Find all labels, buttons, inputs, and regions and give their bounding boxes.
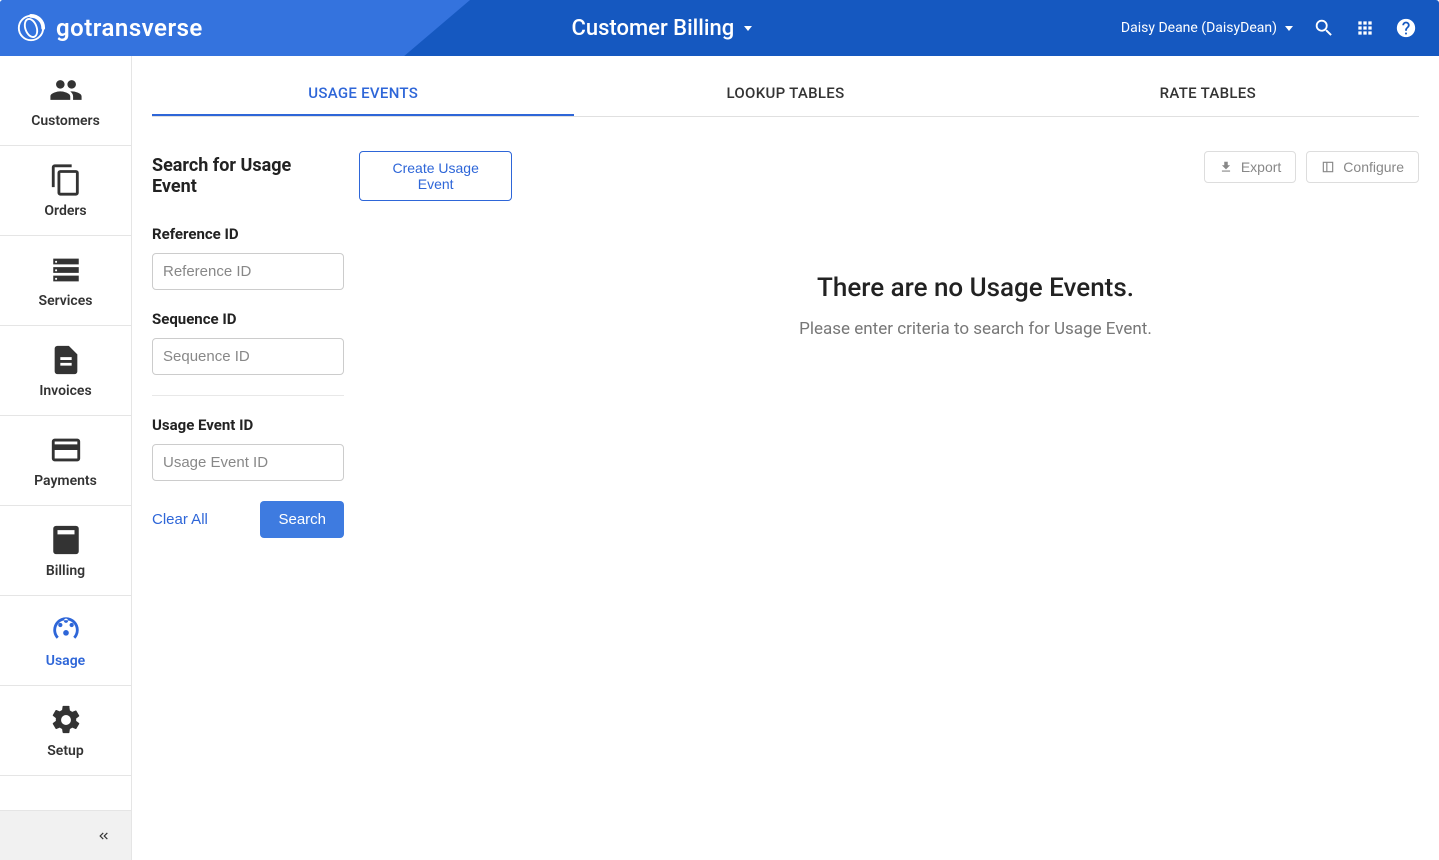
sidebar: Customers Orders Services Invoices Payme…	[0, 56, 132, 860]
search-title: Search for Usage Event	[152, 155, 335, 197]
label-sequence-id: Sequence ID	[152, 310, 344, 328]
empty-subtitle: Please enter criteria to search for Usag…	[532, 319, 1419, 339]
sidebar-item-invoices[interactable]: Invoices	[0, 326, 131, 416]
brand-icon	[16, 13, 46, 43]
export-label: Export	[1241, 159, 1281, 175]
download-icon	[1219, 160, 1233, 174]
field-usage-event-id: Usage Event ID	[152, 416, 344, 481]
export-button[interactable]: Export	[1204, 151, 1296, 183]
sidebar-collapse-button[interactable]	[0, 810, 131, 860]
label-usage-event-id: Usage Event ID	[152, 416, 344, 434]
gear-icon	[49, 703, 83, 737]
context-title: Customer Billing	[572, 16, 735, 41]
empty-title: There are no Usage Events.	[532, 273, 1419, 303]
sidebar-item-label: Customers	[31, 113, 100, 129]
tabs: USAGE EVENTS LOOKUP TABLES RATE TABLES	[152, 70, 1419, 117]
sidebar-item-usage[interactable]: Usage	[0, 596, 131, 686]
sidebar-item-services[interactable]: Services	[0, 236, 131, 326]
help-icon[interactable]	[1395, 17, 1417, 39]
app-header: gotransverse Customer Billing Daisy Dean…	[0, 0, 1439, 56]
sidebar-item-label: Billing	[46, 563, 85, 579]
input-sequence-id[interactable]	[152, 338, 344, 375]
search-header: Search for Usage Event Create Usage Even…	[152, 151, 512, 201]
body: Customers Orders Services Invoices Payme…	[0, 56, 1439, 860]
files-icon	[49, 163, 83, 197]
sidebar-item-label: Orders	[44, 203, 86, 219]
content-row: Search for Usage Event Create Usage Even…	[152, 151, 1419, 538]
label-reference-id: Reference ID	[152, 225, 344, 243]
brand-text: gotransverse	[56, 14, 203, 42]
context-switcher[interactable]: Customer Billing	[203, 16, 1121, 41]
results-panel: Export Configure There are no Usage Even…	[532, 151, 1419, 538]
form-actions: Clear All Search	[152, 501, 344, 538]
configure-label: Configure	[1343, 159, 1404, 175]
document-icon	[49, 343, 83, 377]
caret-down-icon	[1281, 20, 1293, 36]
results-toolbar: Export Configure	[532, 151, 1419, 183]
sidebar-item-customers[interactable]: Customers	[0, 56, 131, 146]
apps-icon[interactable]	[1355, 18, 1375, 38]
servers-icon	[49, 253, 83, 287]
sidebar-item-label: Setup	[47, 743, 83, 759]
columns-icon	[1321, 160, 1335, 174]
search-button[interactable]: Search	[260, 501, 344, 538]
create-usage-event-button[interactable]: Create Usage Event	[359, 151, 512, 201]
chevron-double-left-icon	[97, 829, 111, 843]
sidebar-item-billing[interactable]: Billing	[0, 506, 131, 596]
configure-button[interactable]: Configure	[1306, 151, 1419, 183]
sidebar-item-label: Services	[39, 293, 93, 309]
field-reference-id: Reference ID	[152, 225, 344, 290]
tab-lookup-tables[interactable]: LOOKUP TABLES	[574, 70, 996, 116]
sidebar-item-setup[interactable]: Setup	[0, 686, 131, 776]
sidebar-item-label: Payments	[34, 473, 97, 489]
clear-all-button[interactable]: Clear All	[152, 511, 208, 528]
header-right: Daisy Deane (DaisyDean)	[1121, 17, 1417, 39]
search-panel: Search for Usage Event Create Usage Even…	[152, 151, 512, 538]
gauge-icon	[49, 613, 83, 647]
brand-logo[interactable]: gotransverse	[16, 13, 203, 43]
field-sequence-id: Sequence ID	[152, 310, 344, 396]
user-menu[interactable]: Daisy Deane (DaisyDean)	[1121, 20, 1293, 36]
users-icon	[49, 73, 83, 107]
sidebar-item-label: Usage	[46, 653, 85, 669]
sidebar-item-payments[interactable]: Payments	[0, 416, 131, 506]
input-usage-event-id[interactable]	[152, 444, 344, 481]
tab-usage-events[interactable]: USAGE EVENTS	[152, 70, 574, 116]
user-name: Daisy Deane (DaisyDean)	[1121, 20, 1277, 36]
search-icon[interactable]	[1313, 17, 1335, 39]
sidebar-item-label: Invoices	[39, 383, 91, 399]
card-icon	[49, 433, 83, 467]
calculator-icon	[49, 523, 83, 557]
tab-rate-tables[interactable]: RATE TABLES	[997, 70, 1419, 116]
sidebar-items: Customers Orders Services Invoices Payme…	[0, 56, 131, 810]
sidebar-item-orders[interactable]: Orders	[0, 146, 131, 236]
input-reference-id[interactable]	[152, 253, 344, 290]
caret-down-icon	[740, 16, 752, 41]
empty-state: There are no Usage Events. Please enter …	[532, 273, 1419, 339]
main-content: USAGE EVENTS LOOKUP TABLES RATE TABLES S…	[132, 56, 1439, 860]
